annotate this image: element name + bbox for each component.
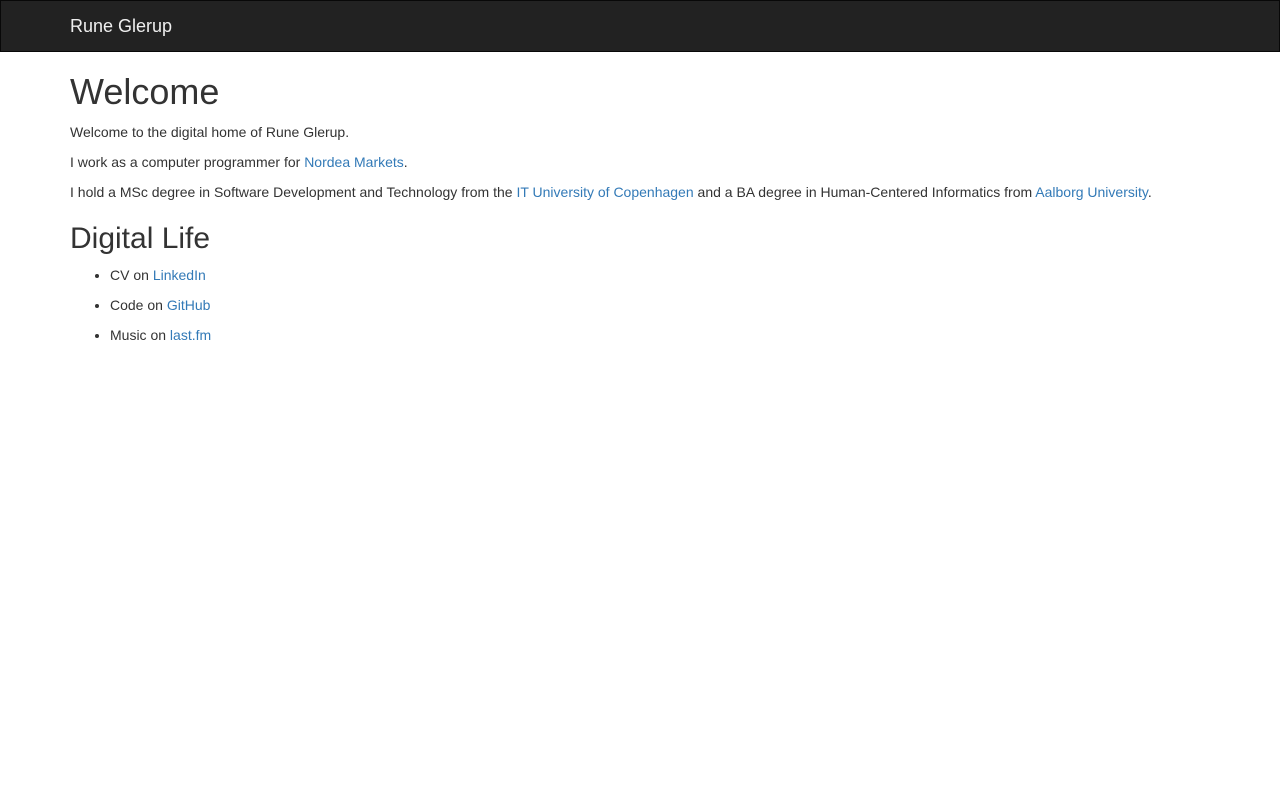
list-item-code: Code on GitHub [110, 295, 1210, 315]
github-link[interactable]: GitHub [167, 297, 211, 313]
it-university-copenhagen-link[interactable]: IT University of Copenhagen [516, 184, 693, 200]
education-text-mid: and a BA degree in Human-Centered Inform… [693, 183, 1036, 200]
list-item-music: Music on last.fm [110, 325, 1210, 345]
work-text-end: . [403, 153, 408, 170]
lastfm-link[interactable]: last.fm [170, 327, 211, 343]
navbar-container: Rune Glerup [55, 1, 1225, 51]
navbar-brand-link[interactable]: Rune Glerup [55, 1, 187, 51]
digital-life-list: CV on LinkedIn Code on GitHub Music on l… [70, 265, 1210, 345]
list-item-label: CV on [110, 266, 153, 283]
digital-life-heading: Digital Life [70, 221, 211, 255]
navbar: Rune Glerup [0, 0, 1280, 52]
education-text-end: . [1147, 183, 1152, 200]
education-paragraph: I hold a MSc degree in Software Developm… [70, 182, 1210, 202]
nordea-markets-link[interactable]: Nordea Markets [304, 154, 404, 170]
list-item-cv: CV on LinkedIn [110, 265, 1210, 285]
page-title: Welcome [70, 71, 220, 112]
education-text-start: I hold a MSc degree in Software Developm… [70, 183, 517, 200]
aalborg-university-link[interactable]: Aalborg University [1035, 184, 1148, 200]
list-item-label: Music on [110, 326, 170, 343]
linkedin-link[interactable]: LinkedIn [153, 267, 206, 283]
intro-paragraph: Welcome to the digital home of Rune Gler… [70, 122, 1210, 142]
intro-text: Welcome to the digital home of Rune Gler… [70, 123, 350, 140]
main-content: Welcome Welcome to the digital home of R… [55, 72, 1225, 345]
work-paragraph: I work as a computer programmer for Nord… [70, 152, 1210, 172]
work-text: I work as a computer programmer for [70, 153, 305, 170]
list-item-label: Code on [110, 296, 167, 313]
